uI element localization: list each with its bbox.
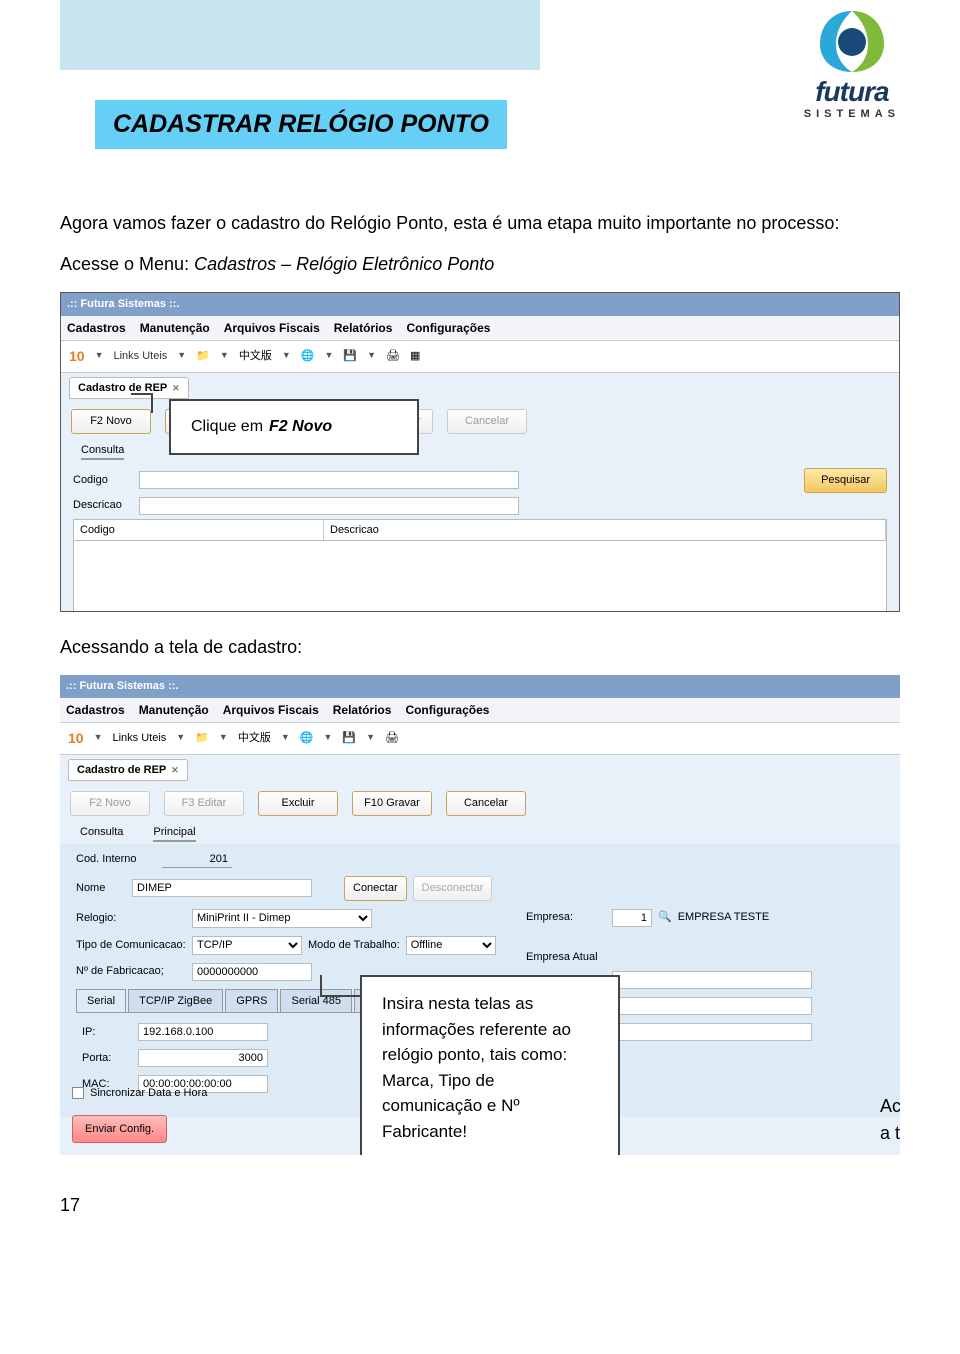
excluir-button-2[interactable]: Excluir bbox=[258, 791, 338, 816]
tipo-com-select[interactable]: TCP/IP bbox=[192, 936, 302, 955]
enviar-config-button[interactable]: Enviar Config. bbox=[72, 1115, 167, 1144]
modo-select[interactable]: Offline bbox=[406, 936, 496, 955]
page-number: 17 bbox=[60, 1195, 900, 1216]
intro-paragraph-1: Agora vamos fazer o cadastro do Relógio … bbox=[60, 210, 900, 237]
close-tab-icon[interactable]: ✕ bbox=[172, 383, 180, 393]
menu-cadastros[interactable]: Cadastros bbox=[67, 319, 126, 337]
mid-paragraph: Acessando a tela de cadastro: bbox=[60, 634, 900, 661]
relogio-select[interactable]: MiniPrint II - Dimep bbox=[192, 909, 372, 928]
callout-instrucoes: Insira nesta telas as informações refere… bbox=[360, 975, 620, 1155]
tipo-com-label: Tipo de Comunicacao: bbox=[76, 937, 186, 954]
empresa-value: EMPRESA TESTE bbox=[678, 909, 770, 926]
header-bar bbox=[60, 0, 540, 70]
desconectar-button[interactable]: Desconectar bbox=[413, 876, 493, 901]
menu-manutencao[interactable]: Manutenção bbox=[140, 319, 210, 337]
cancelar-button-2[interactable]: Cancelar bbox=[446, 791, 526, 816]
nome-label: Nome bbox=[76, 880, 126, 897]
logo-subtitle: SISTEMAS bbox=[804, 108, 900, 120]
toolbar-save-icon[interactable]: 💾 bbox=[343, 348, 357, 365]
lookup-icon[interactable]: 🔍 bbox=[658, 909, 672, 926]
menu-arquivos-fiscais[interactable]: Arquivos Fiscais bbox=[224, 319, 320, 337]
toolbar-grid-icon[interactable]: ▦ bbox=[410, 348, 420, 365]
logo-brand: futura bbox=[804, 76, 900, 108]
menu-configuracoes[interactable]: Configurações bbox=[406, 319, 490, 337]
conntab-tcpip-zigbee[interactable]: TCP/IP ZigBee bbox=[128, 989, 223, 1013]
filter-codigo-label: Codigo bbox=[73, 472, 133, 489]
subtab-consulta[interactable]: Consulta bbox=[81, 442, 124, 461]
toolbar-lang[interactable]: 中文版 bbox=[239, 348, 272, 365]
nome-input[interactable] bbox=[132, 879, 312, 897]
cancelar-button[interactable]: Cancelar bbox=[447, 409, 527, 434]
porta-label: Porta: bbox=[82, 1050, 132, 1067]
screenshot-1: .:: Futura Sistemas ::. Cadastros Manute… bbox=[60, 292, 900, 612]
cod-interno-label: Cod. Interno bbox=[76, 851, 156, 868]
toolbar-print-icon[interactable]: 🖨 bbox=[386, 348, 400, 365]
subtab-consulta-2[interactable]: Consulta bbox=[80, 824, 123, 843]
side-note: Acessando a tela: bbox=[880, 1093, 900, 1147]
sync-checkbox[interactable] bbox=[72, 1087, 84, 1099]
grid-header: Codigo Descricao bbox=[73, 519, 887, 542]
relogio-label: Relogio: bbox=[76, 910, 186, 927]
toolbar-globe-icon[interactable]: 🌐 bbox=[301, 348, 315, 365]
filter-codigo-input[interactable] bbox=[139, 471, 519, 489]
ip-label: IP: bbox=[82, 1024, 132, 1041]
novo-button-2[interactable]: F2 Novo bbox=[70, 791, 150, 816]
menu-bar-2: Cadastros Manutenção Arquivos Fiscais Re… bbox=[60, 698, 900, 723]
toolbar: 10 ▼ Links Uteis ▼ 📁 ▼ 中文版 ▼ 🌐 ▼ 💾 ▼ 🖨 ▦ bbox=[61, 341, 899, 373]
conectar-button[interactable]: Conectar bbox=[344, 876, 407, 901]
grid-col-codigo: Codigo bbox=[74, 520, 324, 541]
grid-body[interactable] bbox=[73, 541, 887, 612]
novo-button[interactable]: F2 Novo bbox=[71, 409, 151, 434]
editar-button-2[interactable]: F3 Editar bbox=[164, 791, 244, 816]
modo-label: Modo de Trabalho: bbox=[308, 937, 400, 954]
conntab-serial485[interactable]: Serial 485 bbox=[280, 989, 352, 1013]
toolbar-counter: 10 bbox=[69, 346, 85, 367]
page-title: CADASTRAR RELÓGIO PONTO bbox=[95, 100, 507, 149]
filter-descricao-label: Descricao bbox=[73, 497, 133, 514]
cnpj-input[interactable] bbox=[612, 997, 812, 1015]
nfab-input[interactable] bbox=[192, 963, 312, 981]
toolbar-save-icon[interactable]: 💾 bbox=[342, 730, 356, 747]
empresa-label: Empresa: bbox=[526, 909, 606, 926]
tab-cadastro-rep-2[interactable]: Cadastro de REP ✕ bbox=[68, 759, 188, 782]
screenshot-2: .:: Futura Sistemas ::. Cadastros Manute… bbox=[60, 675, 900, 1155]
empresa2-input[interactable] bbox=[612, 971, 812, 989]
nfab-label: Nº de Fabricacao; bbox=[76, 963, 186, 980]
tab-cadastro-rep[interactable]: Cadastro de REP ✕ bbox=[69, 377, 189, 400]
logo-swirl-icon bbox=[812, 6, 892, 76]
menu-bar: Cadastros Manutenção Arquivos Fiscais Re… bbox=[61, 316, 899, 341]
toolbar-globe-icon[interactable]: 🌐 bbox=[300, 730, 314, 747]
callout-f2novo: Clique em F2 Novo bbox=[169, 399, 419, 455]
empresa-code-input[interactable] bbox=[612, 909, 652, 927]
sync-row: Sincronizar Data e Hora bbox=[72, 1085, 207, 1102]
window-title: .:: Futura Sistemas ::. bbox=[61, 293, 899, 316]
intro-paragraph-2: Acesse o Menu: Cadastros – Relógio Eletr… bbox=[60, 251, 900, 278]
toolbar-print-icon[interactable]: 🖨 bbox=[385, 730, 399, 747]
close-tab-icon[interactable]: ✕ bbox=[171, 765, 179, 775]
toolbar-2: 10▼ Links Uteis▼ 📁▼ 中文版▼ 🌐▼ 💾▼ 🖨 bbox=[60, 723, 900, 755]
cod-interno-input[interactable] bbox=[162, 850, 232, 868]
empresa-atual-label: Empresa Atual bbox=[526, 949, 884, 966]
toolbar-chevron-icon[interactable]: ▼ bbox=[95, 349, 104, 363]
gravar-button-2[interactable]: F10 Gravar bbox=[352, 791, 432, 816]
toolbar-folder-icon[interactable]: 📁 bbox=[196, 348, 210, 365]
porta-input[interactable] bbox=[138, 1049, 268, 1067]
grid-col-descricao: Descricao bbox=[324, 520, 886, 541]
filter-descricao-input[interactable] bbox=[139, 497, 519, 515]
subtab-principal[interactable]: Principal bbox=[153, 824, 195, 843]
sync-label: Sincronizar Data e Hora bbox=[90, 1085, 207, 1102]
window-title-2: .:: Futura Sistemas ::. bbox=[60, 675, 900, 698]
toolbar-folder-icon[interactable]: 📁 bbox=[195, 730, 209, 747]
logo: futura SISTEMAS bbox=[804, 6, 900, 120]
menu-relatorios[interactable]: Relatórios bbox=[334, 319, 393, 337]
search-button[interactable]: Pesquisar bbox=[804, 468, 887, 493]
conntab-gprs[interactable]: GPRS bbox=[225, 989, 278, 1013]
toolbar-links[interactable]: Links Uteis bbox=[114, 348, 168, 365]
conntab-serial[interactable]: Serial bbox=[76, 989, 126, 1013]
ip-input[interactable] bbox=[138, 1023, 268, 1041]
cei-input[interactable] bbox=[612, 1023, 812, 1041]
